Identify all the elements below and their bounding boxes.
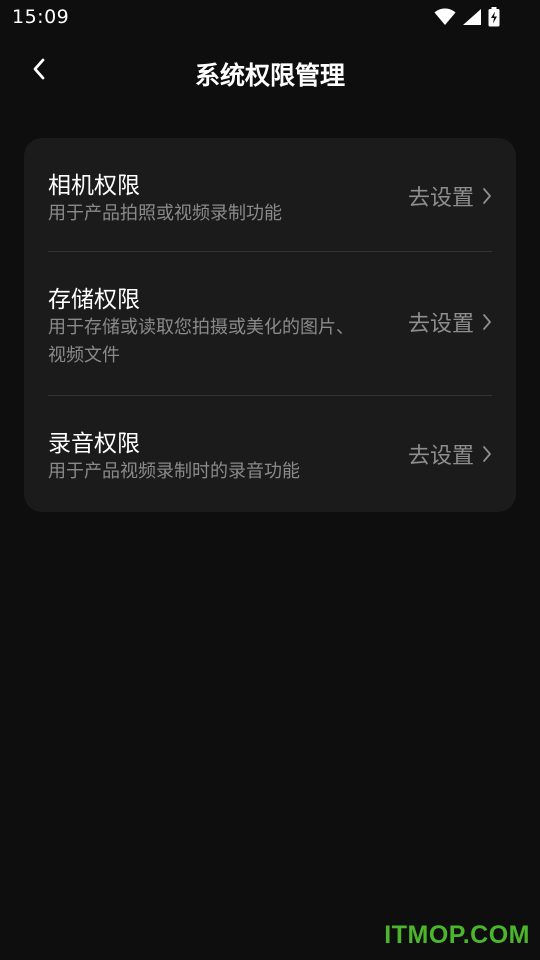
top-bar: 系统权限管理 (0, 44, 540, 98)
go-settings-label: 去设置 (407, 444, 474, 469)
status-icons (434, 7, 500, 27)
chevron-right-icon (482, 445, 492, 463)
camera-permission-row[interactable]: 相机权限 用于产品拍照或视频录制功能 去设置 (48, 138, 492, 252)
permission-description: 用于产品视频录制时的录音功能 (48, 461, 300, 482)
go-settings-label: 去设置 (407, 312, 474, 337)
permission-title: 录音权限 (48, 431, 140, 457)
watermark: ITMOP.COM (384, 921, 530, 949)
status-bar: 15:09 (0, 0, 540, 34)
cellular-signal-icon (462, 8, 482, 26)
chevron-right-icon (482, 187, 492, 205)
go-settings-button[interactable]: 去设置 (408, 180, 492, 212)
permission-title: 相机权限 (48, 173, 140, 199)
chevron-right-icon (482, 313, 492, 331)
page-title: 系统权限管理 (194, 61, 345, 90)
microphone-permission-row[interactable]: 录音权限 用于产品视频录制时的录音功能 去设置 (48, 396, 492, 512)
permissions-card: 相机权限 用于产品拍照或视频录制功能 去设置 存储权限 用于存储或读取您拍摄或美… (24, 138, 516, 512)
go-settings-button[interactable]: 去设置 (408, 306, 492, 338)
permission-description: 用于产品拍照或视频录制功能 (48, 203, 282, 224)
storage-permission-row[interactable]: 存储权限 用于存储或读取您拍摄或美化的图片、视频文件 去设置 (48, 252, 492, 396)
go-settings-label: 去设置 (407, 186, 474, 211)
permission-description: 用于存储或读取您拍摄或美化的图片、视频文件 (48, 317, 354, 366)
go-settings-button[interactable]: 去设置 (408, 438, 492, 470)
permission-title: 存储权限 (48, 287, 140, 313)
wifi-icon (434, 8, 456, 26)
status-time: 15:09 (12, 6, 70, 28)
battery-charging-icon (488, 7, 500, 27)
